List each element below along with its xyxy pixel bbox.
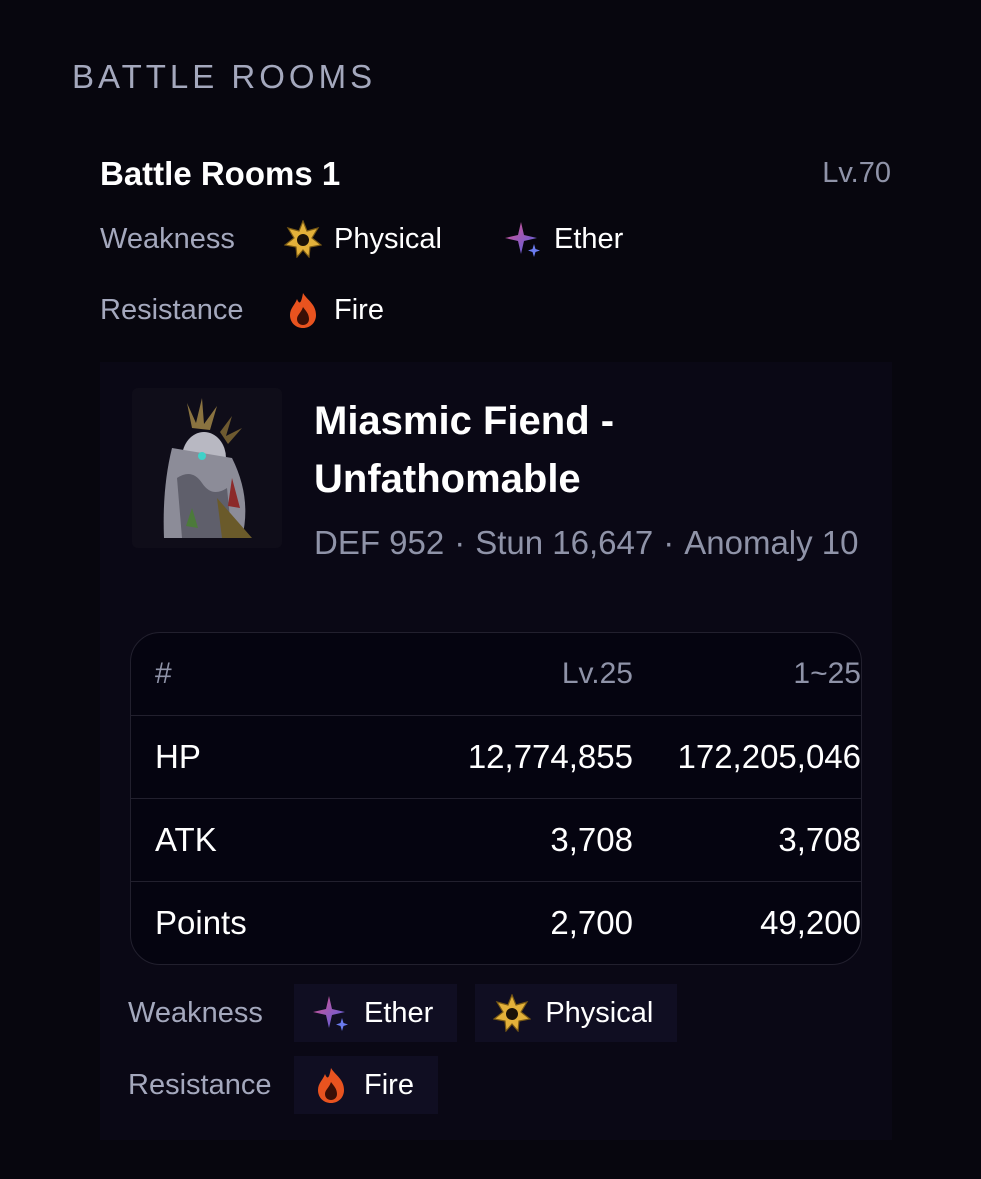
ether-icon xyxy=(504,220,542,258)
row-label: ATK xyxy=(155,821,217,858)
table-cell: 12,774,855 xyxy=(467,738,633,775)
column-header: Lv.25 xyxy=(561,657,633,690)
room-level: Lv.70 xyxy=(822,157,891,189)
enemy-resistance-fire-label: Fire xyxy=(364,1068,414,1101)
table-row: HP 12,774,855 172,205,046 xyxy=(131,715,861,798)
room-resistance-row: Resistance Fire xyxy=(100,291,446,329)
battle-rooms-page: BATTLE ROOMS Battle Rooms 1 Lv.70 Weakne… xyxy=(0,0,981,1179)
room-weakness-physical: Physical xyxy=(284,220,442,258)
stat-table: # Lv.25 1~25 HP 12,774,855 172,205,046 A… xyxy=(130,632,862,965)
separator: · xyxy=(454,524,466,561)
enemy-stun: Stun 16,647 xyxy=(475,524,654,561)
column-header: # xyxy=(155,657,172,690)
table-header-row: # Lv.25 1~25 xyxy=(131,633,861,715)
fire-icon xyxy=(284,291,322,329)
enemy-card: Miasmic Fiend - Unfathomable DEF 952 · Stu… xyxy=(100,362,892,1140)
enemy-anomaly: Anomaly 10 xyxy=(684,524,859,561)
enemy-portrait xyxy=(132,388,282,548)
table-cell: 172,205,046 xyxy=(677,738,861,775)
table-row: Points 2,700 49,200 xyxy=(131,881,861,964)
enemy-resistance-fire-tag: Fire xyxy=(294,1056,438,1114)
section-heading: BATTLE ROOMS xyxy=(72,58,377,95)
room-weakness-ether-label: Ether xyxy=(554,222,624,255)
room-weakness-ether: Ether xyxy=(504,220,623,258)
room-weakness-row: Weakness Physical Ether xyxy=(100,220,685,258)
room-weakness-physical-label: Physical xyxy=(334,222,442,255)
row-label: HP xyxy=(155,738,201,775)
table-cell: 3,708 xyxy=(778,821,861,858)
physical-icon xyxy=(284,220,322,258)
enemy-weakness-physical-tag: Physical xyxy=(475,984,678,1042)
room-resistance-fire: Fire xyxy=(284,291,384,329)
table-cell: 2,700 xyxy=(550,904,633,941)
resistance-label: Resistance xyxy=(100,293,244,326)
enemy-weakness-ether-label: Ether xyxy=(364,996,434,1029)
enemy-weakness-ether-tag: Ether xyxy=(294,984,458,1042)
ether-icon xyxy=(312,994,350,1032)
physical-icon xyxy=(493,994,532,1032)
enemy-weakness-physical-label: Physical xyxy=(545,996,654,1029)
room-resistance-fire-label: Fire xyxy=(334,293,384,326)
separator: · xyxy=(663,524,675,561)
table-cell: 3,708 xyxy=(550,821,633,858)
enemy-name: Miasmic Fiend - Unfathomable xyxy=(314,399,615,501)
enemy-def: DEF 952 xyxy=(314,524,445,561)
enemy-stats: DEF 952 · Stun 16,647 · Anomaly 10 xyxy=(314,520,874,566)
enemy-resistance-row: Resistance Fire xyxy=(128,1056,456,1114)
enemy-weakness-row: Weakness Ether Physical xyxy=(128,984,695,1042)
table-row: ATK 3,708 3,708 xyxy=(131,798,861,881)
room-title: Battle Rooms 1 xyxy=(100,155,341,192)
row-label: Points xyxy=(155,904,247,941)
weakness-label: Weakness xyxy=(100,222,235,255)
fire-icon xyxy=(312,1066,350,1104)
column-header: 1~25 xyxy=(793,657,861,690)
resistance-label: Resistance xyxy=(128,1068,272,1101)
table-cell: 49,200 xyxy=(760,904,861,941)
weakness-label: Weakness xyxy=(128,996,263,1029)
